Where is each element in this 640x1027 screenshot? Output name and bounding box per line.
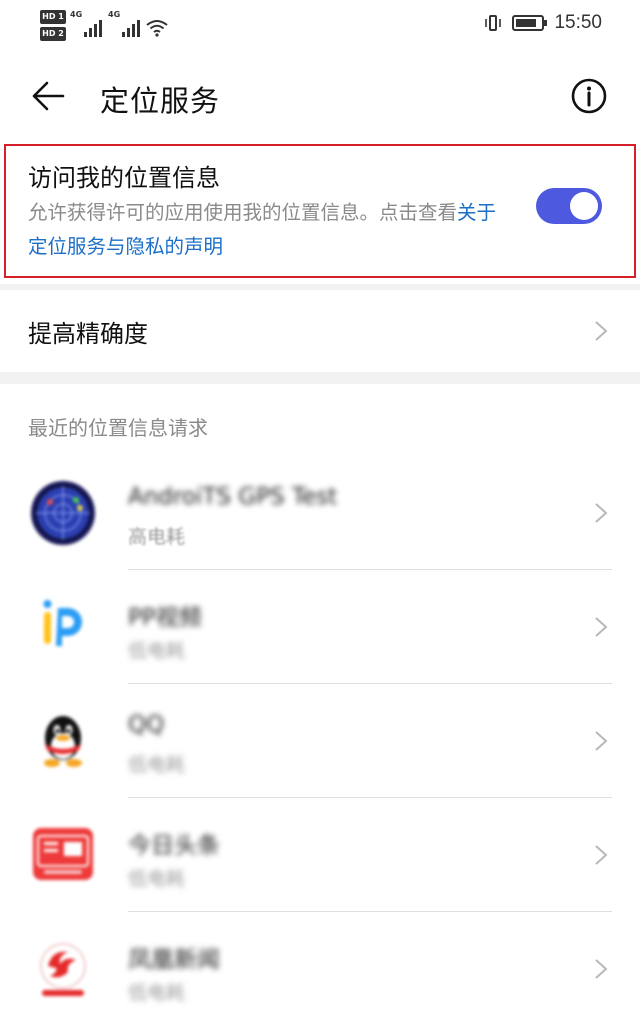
- chevron-right-icon: [595, 731, 608, 751]
- chevron-right-icon: [595, 617, 608, 637]
- app-power-usage: 低电耗: [128, 868, 186, 890]
- app-list-item[interactable]: 凤凰新闻 低电耗: [0, 912, 640, 1026]
- app-bar: 定位服务: [0, 52, 640, 140]
- status-right: 15:50: [484, 12, 602, 34]
- clock: 15:50: [554, 12, 602, 33]
- improve-accuracy-label: 提高精确度: [28, 320, 148, 348]
- app-power-usage: 低电耗: [128, 754, 186, 776]
- info-icon[interactable]: [571, 78, 607, 114]
- app-list-item[interactable]: 今日头条 低电耗: [0, 798, 640, 912]
- chevron-right-icon: [595, 321, 608, 341]
- wifi-icon: [146, 20, 168, 37]
- app-power-usage: 低电耗: [128, 982, 186, 1004]
- signal-strength-icon: 4G: [70, 10, 102, 37]
- app-list-item[interactable]: AndroiTS GPS Test 高电耗: [0, 456, 640, 570]
- qq-penguin-icon: [44, 716, 82, 767]
- recent-requests-header: 最近的位置信息请求: [28, 416, 208, 440]
- location-access-description: 允许获得许可的应用使用我的位置信息。点击查看关于定位服务与隐私的声明: [28, 196, 508, 264]
- page-title: 定位服务: [100, 84, 221, 118]
- chevron-right-icon: [595, 845, 608, 865]
- app-name: 凤凰新闻: [128, 947, 220, 973]
- app-name: QQ: [128, 712, 165, 738]
- battery-icon: [512, 15, 548, 31]
- app-list-item[interactable]: PP视频 低电耗: [0, 570, 640, 684]
- app-power-usage: 低电耗: [128, 640, 186, 662]
- location-access-title: 访问我的位置信息: [28, 164, 220, 192]
- vibrate-icon: [484, 13, 502, 33]
- sim-badges: HD 1 HD 2: [40, 10, 66, 44]
- app-name: 今日头条: [128, 833, 220, 859]
- status-bar: HD 1 HD 2 4G 4G 15:50: [0, 0, 640, 52]
- signal-strength-icon-2: 4G: [108, 10, 140, 37]
- app-list-item[interactable]: QQ 低电耗: [0, 684, 640, 798]
- recent-requests-section: 最近的位置信息请求 AndroiTS GPS Test 高电耗 PP视频 低电耗: [0, 384, 640, 1027]
- description-text: 允许获得许可的应用使用我的位置信息。点击查看: [28, 201, 458, 224]
- sim1-badge: HD 1: [40, 10, 66, 24]
- gps-radar-icon: [31, 481, 95, 545]
- chevron-right-icon: [595, 503, 608, 523]
- back-arrow-icon[interactable]: [30, 78, 66, 114]
- toutiao-icon: [33, 828, 93, 880]
- pp-video-icon: [43, 600, 82, 646]
- app-name: PP视频: [128, 605, 202, 631]
- chevron-right-icon: [595, 959, 608, 979]
- app-power-usage: 高电耗: [128, 526, 186, 548]
- ifeng-news-icon: [40, 943, 86, 996]
- signal-group: 4G 4G: [70, 10, 168, 37]
- sim2-badge: HD 2: [40, 27, 66, 41]
- signal1-label: 4G: [70, 10, 83, 19]
- switch-knob: [570, 192, 598, 220]
- location-access-switch[interactable]: [536, 188, 602, 224]
- app-name: AndroiTS GPS Test: [128, 484, 338, 510]
- signal2-label: 4G: [108, 10, 121, 19]
- improve-accuracy-row[interactable]: 提高精确度: [0, 290, 640, 372]
- location-access-card[interactable]: 访问我的位置信息 允许获得许可的应用使用我的位置信息。点击查看关于定位服务与隐私…: [0, 140, 640, 284]
